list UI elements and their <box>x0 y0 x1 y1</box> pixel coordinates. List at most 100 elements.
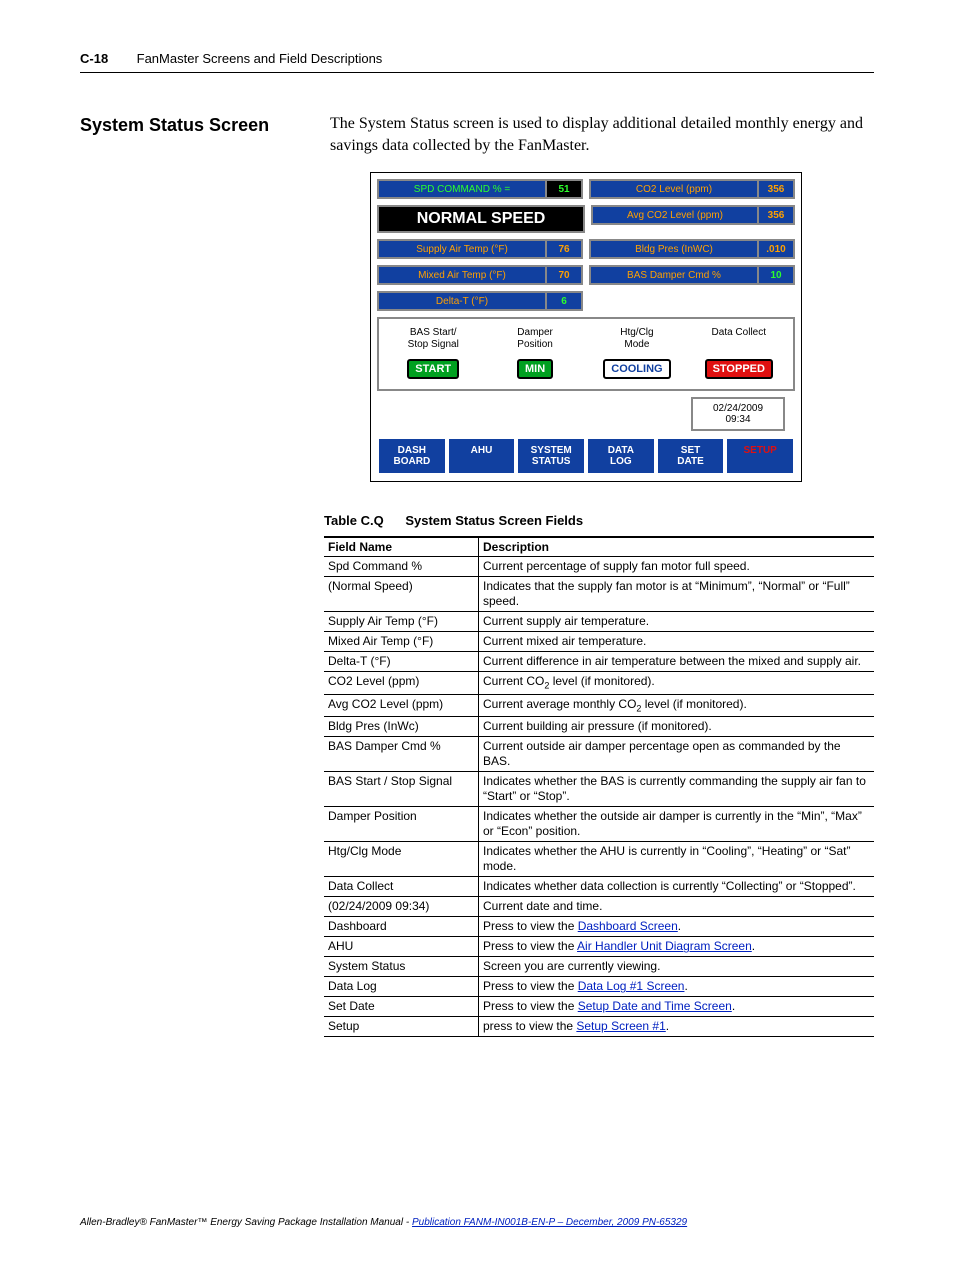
bas-damper-label: BAS Damper Cmd % <box>589 265 757 285</box>
nav-setup[interactable]: SETUP <box>725 437 795 475</box>
description-cell: Current date and time. <box>479 897 875 917</box>
table-row: Data LogPress to view the Data Log #1 Sc… <box>324 977 874 997</box>
table-row: AHUPress to view the Air Handler Unit Di… <box>324 937 874 957</box>
delta-t-label: Delta-T (°F) <box>377 291 545 311</box>
description-cell: Indicates whether the outside air damper… <box>479 807 875 842</box>
field-name-cell: Set Date <box>324 997 479 1017</box>
description-cell: Current mixed air temperature. <box>479 632 875 652</box>
table-row: Bldg Pres (InWc)Current building air pre… <box>324 717 874 737</box>
field-name-cell: System Status <box>324 957 479 977</box>
cross-ref-link[interactable]: Dashboard Screen <box>578 919 678 933</box>
description-cell: Current average monthly CO2 level (if mo… <box>479 694 875 717</box>
field-name-cell: (02/24/2009 09:34) <box>324 897 479 917</box>
data-collect-button[interactable]: STOPPED <box>705 359 773 379</box>
field-name-cell: Avg CO2 Level (ppm) <box>324 694 479 717</box>
co2-value: 356 <box>757 179 795 199</box>
htg-clg-button[interactable]: COOLING <box>603 359 670 379</box>
field-name-cell: Dashboard <box>324 917 479 937</box>
field-name-cell: Setup <box>324 1017 479 1037</box>
damper-pos-button[interactable]: MIN <box>517 359 553 379</box>
table-row: DashboardPress to view the Dashboard Scr… <box>324 917 874 937</box>
section-intro: The System Status screen is used to disp… <box>330 113 874 156</box>
description-cell: Indicates whether data collection is cur… <box>479 877 875 897</box>
nav-data-log[interactable]: DATALOG <box>586 437 656 475</box>
nav-tab-row: DASHBOARD AHU SYSTEMSTATUS DATALOG SETDA… <box>377 437 795 475</box>
table-row: CO2 Level (ppm)Current CO2 level (if mon… <box>324 672 874 695</box>
data-collect-label: Data Collect <box>712 327 766 353</box>
table-row: Setuppress to view the Setup Screen #1. <box>324 1017 874 1037</box>
fields-table: Field Name Description Spd Command %Curr… <box>324 536 874 1037</box>
field-name-cell: CO2 Level (ppm) <box>324 672 479 695</box>
bldg-pres-label: Bldg Pres (InWC) <box>589 239 757 259</box>
field-name-cell: Mixed Air Temp (°F) <box>324 632 479 652</box>
description-cell: Current percentage of supply fan motor f… <box>479 557 875 577</box>
spd-command-value: 51 <box>545 179 583 199</box>
col-field-name: Field Name <box>324 537 479 557</box>
table-row: Delta-T (°F)Current difference in air te… <box>324 652 874 672</box>
spd-command-label: SPD COMMAND % = <box>377 179 545 199</box>
normal-speed-indicator: NORMAL SPEED <box>377 205 585 233</box>
table-row: (Normal Speed)Indicates that the supply … <box>324 577 874 612</box>
cross-ref-link[interactable]: Setup Date and Time Screen <box>578 999 732 1013</box>
field-name-cell: Data Collect <box>324 877 479 897</box>
footer-publication-link[interactable]: Publication FANM-IN001B-EN-P – December,… <box>412 1217 687 1228</box>
bas-signal-button[interactable]: START <box>407 359 459 379</box>
table-row: Set DatePress to view the Setup Date and… <box>324 997 874 1017</box>
datetime-display: 02/24/200909:34 <box>691 397 785 431</box>
table-row: BAS Start / Stop SignalIndicates whether… <box>324 772 874 807</box>
field-name-cell: Spd Command % <box>324 557 479 577</box>
cross-ref-link[interactable]: Setup Screen #1 <box>576 1019 665 1033</box>
description-cell: Indicates whether the BAS is currently c… <box>479 772 875 807</box>
avg-co2-value: 356 <box>757 205 795 225</box>
page-footer: Allen-Bradley® FanMaster™ Energy Saving … <box>80 1217 874 1228</box>
description-cell: Current building air pressure (if monito… <box>479 717 875 737</box>
field-name-cell: AHU <box>324 937 479 957</box>
field-name-cell: (Normal Speed) <box>324 577 479 612</box>
table-row: Spd Command %Current percentage of suppl… <box>324 557 874 577</box>
table-row: (02/24/2009 09:34)Current date and time. <box>324 897 874 917</box>
description-cell: Current CO2 level (if monitored). <box>479 672 875 695</box>
nav-dashboard[interactable]: DASHBOARD <box>377 437 447 475</box>
table-row: Avg CO2 Level (ppm)Current average month… <box>324 694 874 717</box>
section-heading: System Status Screen <box>80 113 300 137</box>
table-row: BAS Damper Cmd %Current outside air damp… <box>324 737 874 772</box>
co2-label: CO2 Level (ppm) <box>589 179 757 199</box>
nav-set-date[interactable]: SETDATE <box>656 437 726 475</box>
htg-clg-label: Htg/ClgMode <box>620 327 653 353</box>
field-name-cell: Bldg Pres (InWc) <box>324 717 479 737</box>
field-name-cell: BAS Damper Cmd % <box>324 737 479 772</box>
description-cell: Press to view the Dashboard Screen. <box>479 917 875 937</box>
section-title: FanMaster Screens and Field Descriptions <box>137 51 383 66</box>
mixed-air-label: Mixed Air Temp (°F) <box>377 265 545 285</box>
table-caption: Table C.Q System Status Screen Fields <box>324 513 583 528</box>
nav-ahu[interactable]: AHU <box>447 437 517 475</box>
table-row: Supply Air Temp (°F)Current supply air t… <box>324 612 874 632</box>
table-row: Htg/Clg ModeIndicates whether the AHU is… <box>324 842 874 877</box>
nav-system-status[interactable]: SYSTEMSTATUS <box>516 437 586 475</box>
table-row: System StatusScreen you are currently vi… <box>324 957 874 977</box>
mixed-air-value: 70 <box>545 265 583 285</box>
description-cell: Current outside air damper percentage op… <box>479 737 875 772</box>
cross-ref-link[interactable]: Air Handler Unit Diagram Screen <box>577 939 752 953</box>
bas-signal-label: BAS Start/Stop Signal <box>408 327 459 353</box>
field-name-cell: BAS Start / Stop Signal <box>324 772 479 807</box>
field-name-cell: Damper Position <box>324 807 479 842</box>
field-name-cell: Supply Air Temp (°F) <box>324 612 479 632</box>
avg-co2-label: Avg CO2 Level (ppm) <box>591 205 757 225</box>
description-cell: Indicates whether the AHU is currently i… <box>479 842 875 877</box>
bas-damper-value: 10 <box>757 265 795 285</box>
field-name-cell: Delta-T (°F) <box>324 652 479 672</box>
description-cell: Indicates that the supply fan motor is a… <box>479 577 875 612</box>
system-status-screenshot: SPD COMMAND % = 51 CO2 Level (ppm) 356 N… <box>370 172 802 482</box>
field-name-cell: Data Log <box>324 977 479 997</box>
table-row: Damper PositionIndicates whether the out… <box>324 807 874 842</box>
status-buttons-panel: BAS Start/Stop Signal START DamperPositi… <box>377 317 795 391</box>
delta-t-value: 6 <box>545 291 583 311</box>
page-header: C-18 FanMaster Screens and Field Descrip… <box>80 50 874 73</box>
cross-ref-link[interactable]: Data Log #1 Screen <box>578 979 685 993</box>
supply-air-value: 76 <box>545 239 583 259</box>
description-cell: Current difference in air temperature be… <box>479 652 875 672</box>
description-cell: Press to view the Setup Date and Time Sc… <box>479 997 875 1017</box>
damper-pos-label: DamperPosition <box>517 327 553 353</box>
description-cell: press to view the Setup Screen #1. <box>479 1017 875 1037</box>
